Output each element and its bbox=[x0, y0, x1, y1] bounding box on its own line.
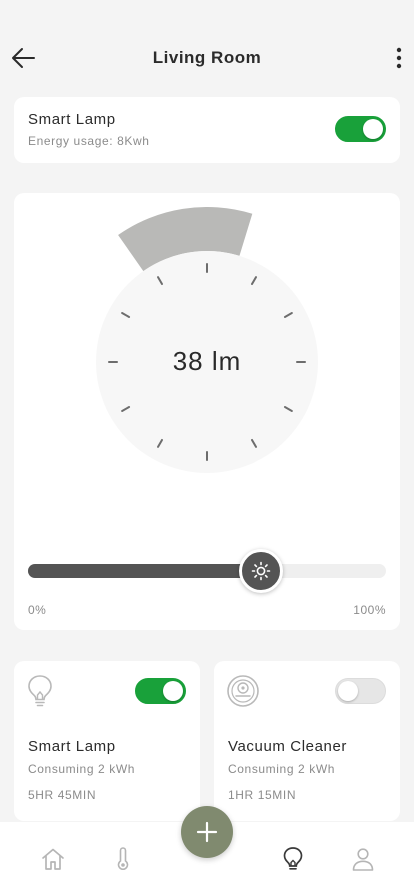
nav-lighting[interactable] bbox=[281, 846, 305, 877]
device-card-smart-lamp[interactable]: Smart Lamp Consuming 2 kWh 5HR 45MIN bbox=[14, 661, 200, 821]
device-consumption: Consuming 2 kWh bbox=[28, 762, 136, 776]
thermometer-icon bbox=[117, 847, 129, 870]
slider-min-label: 0% bbox=[28, 603, 47, 617]
plus-icon bbox=[196, 821, 218, 843]
toggle-knob bbox=[338, 681, 358, 701]
device-time: 1HR 15MIN bbox=[228, 788, 297, 802]
toggle-knob bbox=[363, 119, 383, 139]
device-consumption: Consuming 2 kWh bbox=[228, 762, 336, 776]
brightness-card: 38 lm 0% 100% bbox=[14, 193, 400, 630]
brightness-slider-track[interactable] bbox=[28, 564, 386, 578]
lightbulb-icon bbox=[28, 675, 52, 707]
main-device-toggle[interactable] bbox=[335, 116, 386, 142]
toggle-knob bbox=[163, 681, 183, 701]
dial-handle[interactable] bbox=[323, 315, 348, 340]
slider-max-label: 100% bbox=[353, 603, 386, 617]
page-title: Living Room bbox=[152, 48, 262, 67]
device-name: Smart Lamp bbox=[28, 111, 116, 128]
device-time: 5HR 45MIN bbox=[28, 788, 97, 802]
brightness-slider-fill bbox=[28, 564, 261, 578]
more-vertical-icon bbox=[396, 47, 402, 69]
robot-vacuum-icon bbox=[227, 675, 259, 707]
smart-lamp-toggle[interactable] bbox=[135, 678, 186, 704]
energy-usage: Energy usage: 8Kwh bbox=[28, 134, 150, 148]
device-name: Vacuum Cleaner bbox=[228, 738, 348, 755]
vacuum-cleaner-toggle[interactable] bbox=[335, 678, 386, 704]
main-device-card: Smart Lamp Energy usage: 8Kwh bbox=[14, 97, 400, 163]
nav-home[interactable] bbox=[40, 846, 66, 877]
home-icon bbox=[42, 848, 64, 870]
header: Living Room bbox=[0, 36, 414, 80]
device-card-vacuum-cleaner[interactable]: Vacuum Cleaner Consuming 2 kWh 1HR 15MIN bbox=[214, 661, 400, 821]
brightness-slider-thumb[interactable] bbox=[238, 549, 283, 593]
user-icon bbox=[352, 848, 374, 871]
brightness-value: 38 lm bbox=[172, 346, 242, 376]
sun-icon bbox=[251, 561, 270, 581]
more-options-button[interactable] bbox=[392, 42, 406, 74]
nav-climate[interactable] bbox=[112, 846, 134, 877]
add-device-button[interactable] bbox=[181, 806, 233, 858]
device-name: Smart Lamp bbox=[28, 738, 116, 755]
nav-profile[interactable] bbox=[350, 846, 376, 877]
lightbulb-icon bbox=[283, 847, 303, 870]
